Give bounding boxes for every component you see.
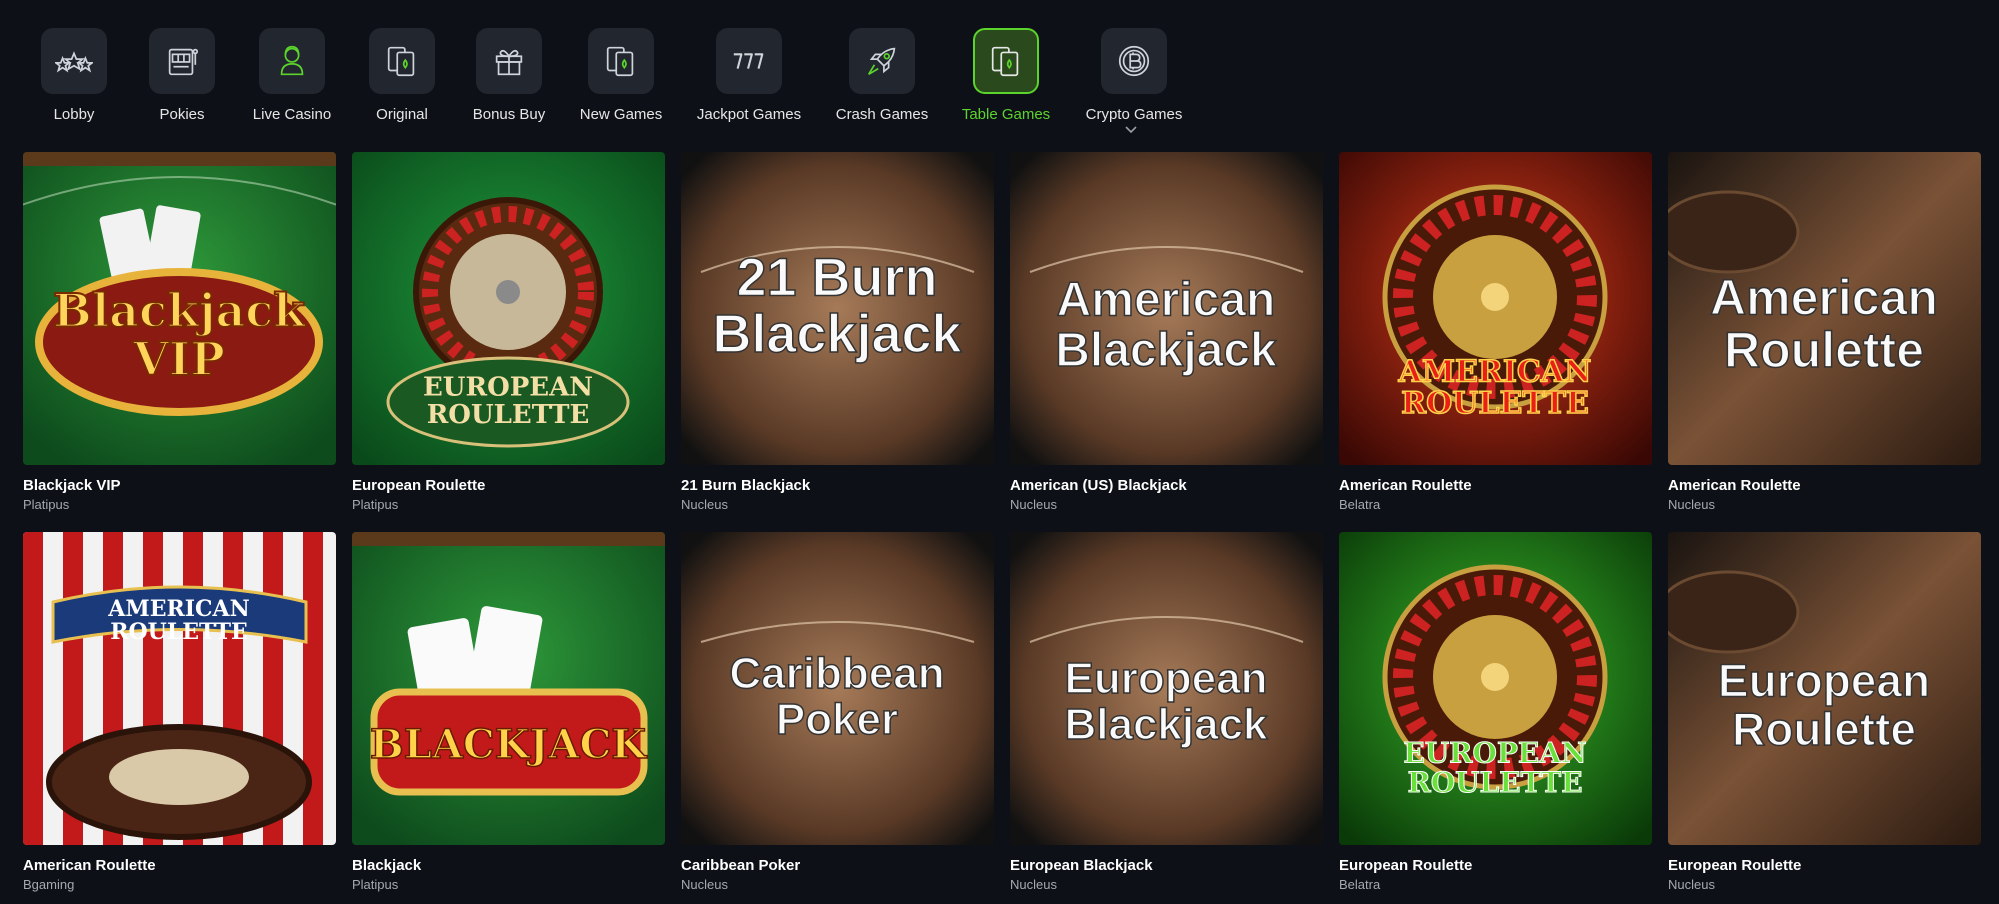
game-art-text: 21 Burn Blackjack: [712, 247, 962, 364]
game-title[interactable]: American Roulette: [1339, 477, 1652, 494]
game-card[interactable]: AMERICAN ROULETTE American Roulette Bgami…: [23, 532, 336, 892]
game-art-text: American Roulette: [1710, 270, 1938, 379]
game-thumbnail[interactable]: American Roulette: [1668, 152, 1981, 465]
game-art-text: European Blackjack: [1064, 654, 1268, 749]
game-card[interactable]: Blackjack VIP Blackjack VIP Platipus: [23, 152, 336, 512]
game-provider: Nucleus: [681, 877, 728, 892]
game-thumbnail[interactable]: European Roulette: [1668, 532, 1981, 845]
game-title[interactable]: European Roulette: [352, 477, 665, 494]
game-provider: Platipus: [352, 877, 399, 892]
game-art-text: AMERICAN ROULETTE: [1398, 355, 1592, 422]
game-art-text: EUROPEAN ROULETTE: [423, 373, 593, 430]
game-provider: Bgaming: [23, 877, 75, 892]
game-art-text: American Blackjack: [1055, 274, 1277, 377]
game-title[interactable]: American Roulette: [1668, 477, 1981, 494]
game-title[interactable]: American Roulette: [23, 857, 336, 874]
game-art-text: EUROPEAN ROULETTE: [1403, 737, 1586, 799]
game-card[interactable]: American Roulette American Roulette Nucle…: [1668, 152, 1981, 512]
game-card[interactable]: European Blackjack European Blackjack Nuc…: [1010, 532, 1323, 892]
game-title[interactable]: European Roulette: [1668, 857, 1981, 874]
game-thumbnail[interactable]: BLACKJACK: [352, 532, 665, 845]
game-provider: Nucleus: [1668, 877, 1715, 892]
game-card[interactable]: AMERICAN ROULETTE American Roulette Belat…: [1339, 152, 1652, 512]
game-title[interactable]: Blackjack VIP: [23, 477, 336, 494]
game-art-text: European Roulette: [1718, 655, 1930, 755]
game-thumbnail[interactable]: EUROPEAN ROULETTE: [1339, 532, 1652, 845]
game-card[interactable]: EUROPEAN ROULETTE European Roulette Plati…: [352, 152, 665, 512]
game-card[interactable]: 21 Burn Blackjack 21 Burn Blackjack Nucle…: [681, 152, 994, 512]
game-provider: Nucleus: [1668, 497, 1715, 512]
game-thumbnail[interactable]: Blackjack VIP: [23, 152, 336, 465]
game-title[interactable]: Blackjack: [352, 857, 665, 874]
game-provider: Belatra: [1339, 497, 1381, 512]
game-grid: Blackjack VIP Blackjack VIP Platipus EURO…: [0, 0, 1999, 904]
game-title[interactable]: American (US) Blackjack: [1010, 477, 1323, 494]
game-thumbnail[interactable]: AMERICAN ROULETTE: [23, 532, 336, 845]
game-title[interactable]: European Blackjack: [1010, 857, 1323, 874]
game-title[interactable]: European Roulette: [1339, 857, 1652, 874]
game-provider: Belatra: [1339, 877, 1381, 892]
game-title[interactable]: 21 Burn Blackjack: [681, 477, 994, 494]
game-art-text: AMERICAN ROULETTE: [107, 596, 249, 645]
game-provider: Nucleus: [1010, 877, 1057, 892]
game-card[interactable]: EUROPEAN ROULETTE European Roulette Belat…: [1339, 532, 1652, 892]
game-provider: Platipus: [23, 497, 70, 512]
game-title[interactable]: Caribbean Poker: [681, 857, 994, 874]
game-card[interactable]: BLACKJACK Blackjack Platipus: [352, 532, 665, 892]
game-card[interactable]: Caribbean Poker Caribbean Poker Nucleus: [681, 532, 994, 892]
game-thumbnail[interactable]: 21 Burn Blackjack: [681, 152, 994, 465]
game-card[interactable]: European Roulette European Roulette Nucle…: [1668, 532, 1981, 892]
game-thumbnail[interactable]: European Blackjack: [1010, 532, 1323, 845]
game-thumbnail[interactable]: AMERICAN ROULETTE: [1339, 152, 1652, 465]
game-card[interactable]: American Blackjack American (US) Blackjac…: [1010, 152, 1323, 512]
game-art-text: BLACKJACK: [370, 721, 647, 768]
game-provider: Nucleus: [681, 497, 728, 512]
game-thumbnail[interactable]: Caribbean Poker: [681, 532, 994, 845]
game-thumbnail[interactable]: American Blackjack: [1010, 152, 1323, 465]
game-thumbnail[interactable]: EUROPEAN ROULETTE: [352, 152, 665, 465]
game-provider: Platipus: [352, 497, 399, 512]
game-provider: Nucleus: [1010, 497, 1057, 512]
